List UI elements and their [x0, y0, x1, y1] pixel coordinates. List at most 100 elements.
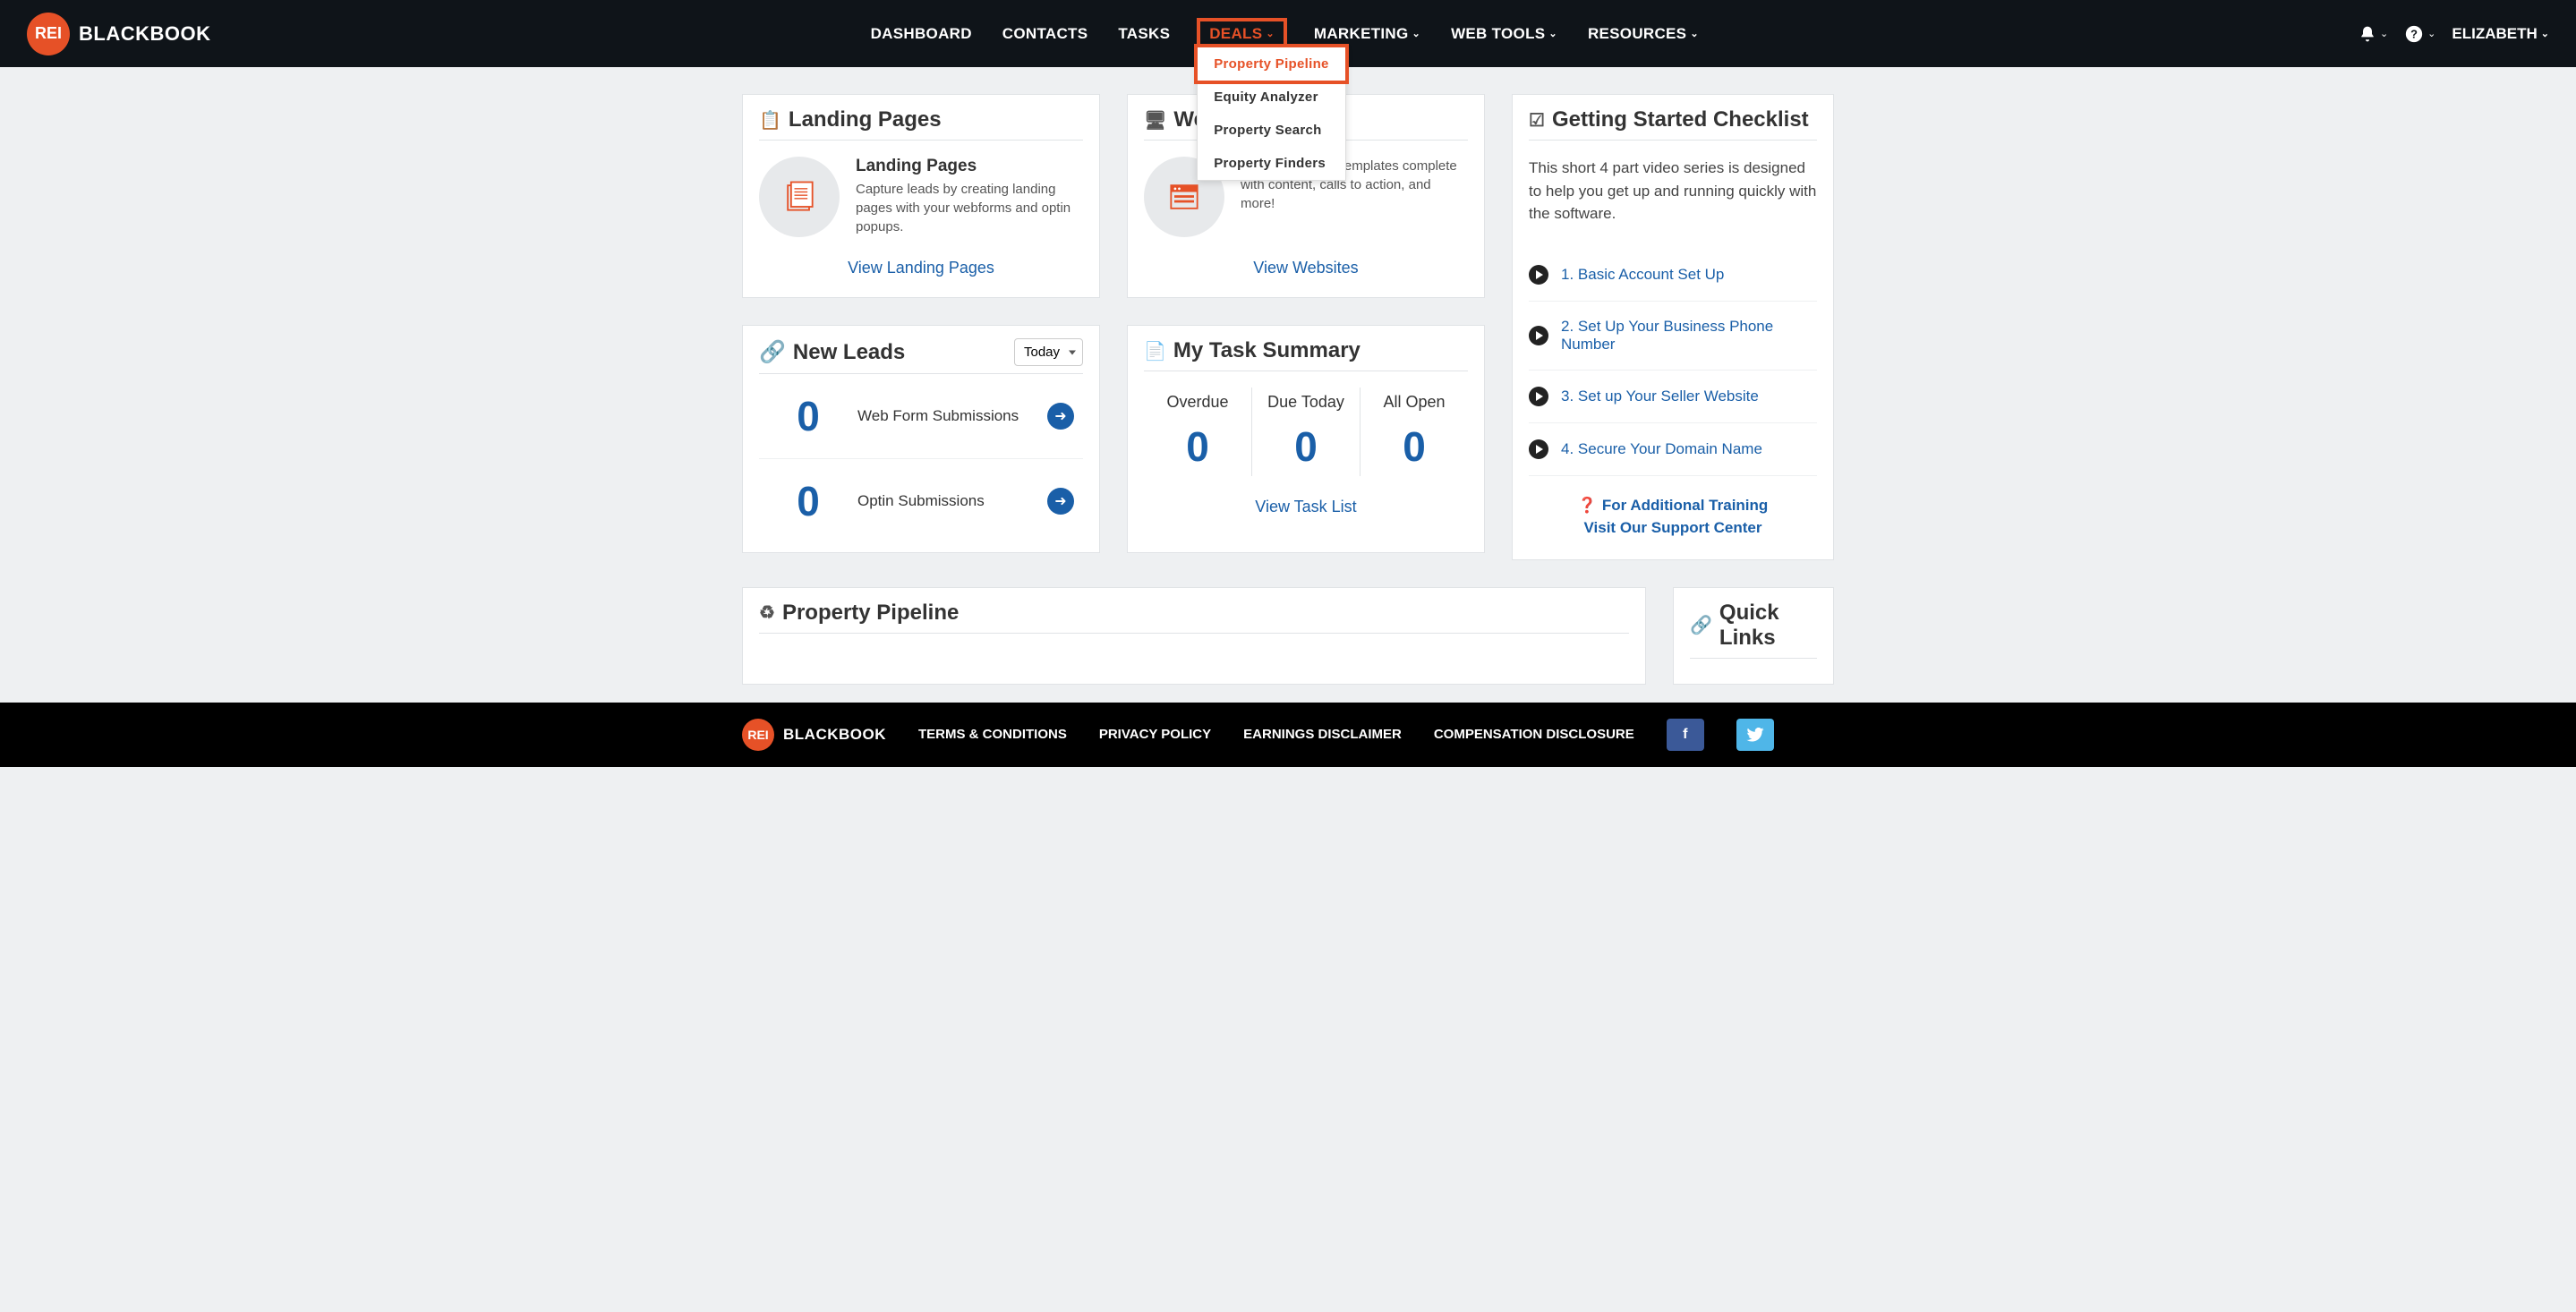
footer-earnings[interactable]: EARNINGS DISCLAIMER [1243, 727, 1402, 742]
footer-compensation[interactable]: COMPENSATION DISCLOSURE [1434, 727, 1634, 742]
clipboard-icon: 📋 [759, 109, 781, 132]
link-icon: 🔗 [1690, 614, 1712, 636]
checklist-link[interactable]: 2. Set Up Your Business Phone Number [1561, 318, 1817, 354]
top-nav: REI BLACKBOOK DASHBOARD CONTACTS TASKS D… [0, 0, 2576, 67]
task-due-today: Due Today 0 [1252, 388, 1361, 476]
dropdown-property-search[interactable]: Property Search [1198, 114, 1344, 147]
logo-text: BLACKBOOK [783, 726, 886, 744]
dropdown-property-finders[interactable]: Property Finders [1198, 147, 1344, 180]
play-icon[interactable] [1529, 265, 1548, 285]
checklist-item: 1. Basic Account Set Up [1529, 249, 1817, 302]
leads-filter-select[interactable]: Today [1014, 338, 1083, 366]
lead-count: 0 [759, 477, 857, 525]
question-icon: ❓ [1578, 494, 1597, 517]
task-value: 0 [1252, 422, 1360, 471]
nav-web-tools[interactable]: WEB TOOLS⌄ [1447, 18, 1561, 50]
lead-arrow-button[interactable]: ➜ [1047, 488, 1074, 515]
check-icon: ☑ [1529, 109, 1545, 132]
username-text: ELIZABETH [2452, 25, 2537, 43]
checklist-desc: This short 4 part video series is design… [1529, 157, 1817, 226]
nav-tasks[interactable]: TASKS [1114, 18, 1173, 50]
task-value: 0 [1361, 422, 1468, 471]
task-label: Overdue [1144, 393, 1251, 412]
link-icon: 🔗 [759, 339, 786, 365]
footer: REI BLACKBOOK TERMS & CONDITIONS PRIVACY… [0, 703, 2576, 767]
title-text: Landing Pages [789, 107, 942, 132]
facebook-icon[interactable]: f [1667, 719, 1704, 751]
checklist-link[interactable]: 1. Basic Account Set Up [1561, 266, 1724, 284]
play-icon[interactable] [1529, 326, 1548, 345]
title-text: My Task Summary [1173, 338, 1361, 363]
chevron-down-icon: ⌄ [1412, 28, 1421, 39]
twitter-icon[interactable] [1736, 719, 1774, 751]
logo-badge: REI [742, 719, 774, 751]
topnav-right: ⌄ ?⌄ ELIZABETH⌄ [2358, 24, 2549, 44]
logo-text: BLACKBOOK [79, 22, 211, 46]
logo-badge: REI [27, 13, 70, 55]
list-icon: 📄 [1144, 340, 1166, 362]
chevron-down-icon: ⌄ [2541, 28, 2549, 39]
nav-dashboard[interactable]: DASHBOARD [867, 18, 976, 50]
checklist-item: 2. Set Up Your Business Phone Number [1529, 302, 1817, 371]
browser-icon: 🖥 [1144, 109, 1166, 132]
task-label: Due Today [1252, 393, 1360, 412]
view-task-list-link[interactable]: View Task List [1144, 498, 1468, 516]
footer-logo[interactable]: REI BLACKBOOK [742, 719, 886, 751]
nav-label: DEALS [1209, 25, 1262, 43]
quick-links-card: 🔗 Quick Links [1673, 587, 1834, 685]
task-summary-card: 📄My Task Summary Overdue 0 Due Today 0 A… [1127, 325, 1485, 553]
play-icon[interactable] [1529, 387, 1548, 406]
support-text2: Visit Our Support Center [1529, 516, 1817, 540]
card-title: 📄 My Task Summary [1144, 338, 1468, 371]
checklist-link[interactable]: 4. Secure Your Domain Name [1561, 440, 1762, 458]
nav-marketing[interactable]: MARKETING⌄ [1310, 18, 1424, 50]
nav-resources[interactable]: RESOURCES ⌄ [1584, 18, 1702, 50]
card-title: ♻ Property Pipeline [759, 601, 1629, 634]
title-text: Quick Links [1719, 601, 1817, 651]
landing-heading: Landing Pages [856, 157, 1083, 176]
title-text: Property Pipeline [782, 601, 959, 626]
lead-label: Web Form Submissions [857, 406, 1047, 426]
lead-label: Optin Submissions [857, 491, 1047, 511]
nav-label: CONTACTS [1002, 25, 1088, 43]
main-menu: DASHBOARD CONTACTS TASKS DEALS⌄ Property… [867, 18, 1702, 50]
play-icon[interactable] [1529, 439, 1548, 459]
landing-icon [759, 157, 840, 237]
checklist-card: ☑ Getting Started Checklist This short 4 … [1512, 94, 1834, 560]
view-websites-link[interactable]: View Websites [1144, 259, 1468, 277]
task-value: 0 [1144, 422, 1251, 471]
notifications-icon[interactable]: ⌄ [2358, 25, 2388, 43]
checklist-link[interactable]: 3. Set up Your Seller Website [1561, 388, 1759, 405]
dropdown-equity-analyzer[interactable]: Equity Analyzer [1198, 81, 1344, 114]
footer-privacy[interactable]: PRIVACY POLICY [1099, 727, 1211, 742]
nav-label: MARKETING [1314, 25, 1409, 43]
help-icon[interactable]: ?⌄ [2404, 24, 2435, 44]
nav-label: TASKS [1118, 25, 1170, 43]
nav-label: DASHBOARD [871, 25, 972, 43]
lead-arrow-button[interactable]: ➜ [1047, 403, 1074, 430]
checklist-item: 3. Set up Your Seller Website [1529, 371, 1817, 423]
nav-label: WEB TOOLS [1451, 25, 1545, 43]
landing-desc: Capture leads by creating landing pages … [856, 180, 1083, 236]
user-menu[interactable]: ELIZABETH ⌄ [2452, 25, 2549, 43]
nav-label: RESOURCES [1588, 25, 1686, 43]
support-link[interactable]: ❓For Additional Training Visit Our Suppo… [1529, 494, 1817, 540]
lead-row: 0 Web Form Submissions ➜ [759, 374, 1083, 459]
refresh-icon: ♻ [759, 601, 775, 624]
footer-terms[interactable]: TERMS & CONDITIONS [918, 727, 1067, 742]
checklist-item: 4. Secure Your Domain Name [1529, 423, 1817, 476]
card-title: 📋 Landing Pages [759, 107, 1083, 141]
card-title: 🔗New Leads [759, 339, 905, 365]
chevron-down-icon: ⌄ [1548, 28, 1557, 39]
nav-deals[interactable]: DEALS⌄ Property Pipeline Equity Analyzer… [1197, 18, 1287, 50]
card-title: ☑ Getting Started Checklist [1529, 107, 1817, 141]
chevron-down-icon: ⌄ [1690, 28, 1699, 39]
lead-count: 0 [759, 392, 857, 440]
chevron-down-icon: ⌄ [1266, 28, 1275, 39]
chevron-down-icon: ⌄ [2427, 28, 2435, 39]
title-text: Getting Started Checklist [1552, 107, 1809, 132]
view-landing-pages-link[interactable]: View Landing Pages [759, 259, 1083, 277]
nav-contacts[interactable]: CONTACTS [999, 18, 1092, 50]
svg-text:?: ? [2410, 27, 2418, 40]
logo[interactable]: REI BLACKBOOK [27, 13, 211, 55]
